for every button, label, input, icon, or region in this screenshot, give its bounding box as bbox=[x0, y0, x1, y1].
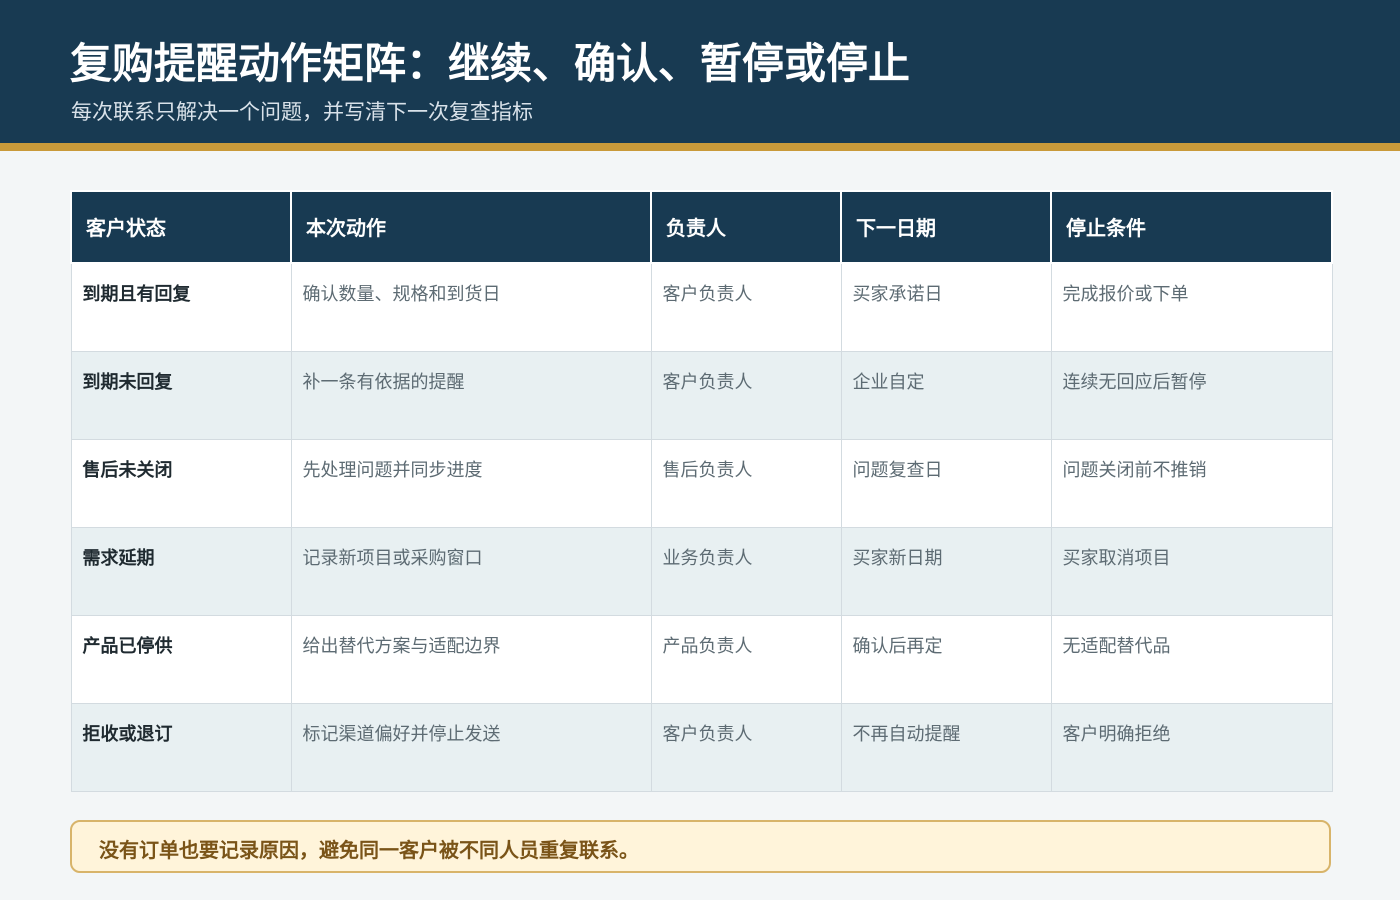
cell-action: 给出替代方案与适配边界 bbox=[290, 614, 652, 704]
action-matrix-table: 客户状态 本次动作 负责人 下一日期 停止条件 到期且有回复 确认数量、规格和到… bbox=[70, 190, 1333, 792]
cell-stop-condition: 客户明确拒绝 bbox=[1050, 702, 1333, 792]
cell-owner: 客户负责人 bbox=[650, 702, 842, 792]
cell-owner: 产品负责人 bbox=[650, 614, 842, 704]
table-row: 产品已停供 给出替代方案与适配边界 产品负责人 确认后再定 无适配替代品 bbox=[70, 614, 1333, 704]
table-row: 需求延期 记录新项目或采购窗口 业务负责人 买家新日期 买家取消项目 bbox=[70, 526, 1333, 616]
cell-next-date: 不再自动提醒 bbox=[840, 702, 1052, 792]
cell-owner: 客户负责人 bbox=[650, 350, 842, 440]
cell-action: 记录新项目或采购窗口 bbox=[290, 526, 652, 616]
cell-next-date: 问题复查日 bbox=[840, 438, 1052, 528]
cell-stop-condition: 买家取消项目 bbox=[1050, 526, 1333, 616]
table-header-row: 客户状态 本次动作 负责人 下一日期 停止条件 bbox=[70, 190, 1333, 264]
table-row: 到期未回复 补一条有依据的提醒 客户负责人 企业自定 连续无回应后暂停 bbox=[70, 350, 1333, 440]
cell-status: 到期且有回复 bbox=[70, 262, 292, 352]
cell-owner: 业务负责人 bbox=[650, 526, 842, 616]
cell-action: 补一条有依据的提醒 bbox=[290, 350, 652, 440]
cell-next-date: 企业自定 bbox=[840, 350, 1052, 440]
cell-stop-condition: 无适配替代品 bbox=[1050, 614, 1333, 704]
page-title: 复购提醒动作矩阵：继续、确认、暂停或停止 bbox=[70, 39, 911, 88]
page-header: 复购提醒动作矩阵：继续、确认、暂停或停止 每次联系只解决一个问题，并写清下一次复… bbox=[0, 0, 1400, 143]
cell-next-date: 买家承诺日 bbox=[840, 262, 1052, 352]
cell-next-date: 买家新日期 bbox=[840, 526, 1052, 616]
cell-status: 拒收或退订 bbox=[70, 702, 292, 792]
column-header-owner: 负责人 bbox=[650, 190, 842, 264]
cell-status: 到期未回复 bbox=[70, 350, 292, 440]
cell-action: 先处理问题并同步进度 bbox=[290, 438, 652, 528]
table-row: 售后未关闭 先处理问题并同步进度 售后负责人 问题复查日 问题关闭前不推销 bbox=[70, 438, 1333, 528]
table-row: 拒收或退订 标记渠道偏好并停止发送 客户负责人 不再自动提醒 客户明确拒绝 bbox=[70, 702, 1333, 792]
column-header-stop-condition: 停止条件 bbox=[1050, 190, 1333, 264]
column-header-next-date: 下一日期 bbox=[840, 190, 1052, 264]
table-row: 到期且有回复 确认数量、规格和到货日 客户负责人 买家承诺日 完成报价或下单 bbox=[70, 262, 1333, 352]
header-divider bbox=[0, 143, 1400, 151]
column-header-status: 客户状态 bbox=[70, 190, 292, 264]
cell-status: 售后未关闭 bbox=[70, 438, 292, 528]
cell-action: 确认数量、规格和到货日 bbox=[290, 262, 652, 352]
cell-action: 标记渠道偏好并停止发送 bbox=[290, 702, 652, 792]
cell-stop-condition: 连续无回应后暂停 bbox=[1050, 350, 1333, 440]
cell-owner: 客户负责人 bbox=[650, 262, 842, 352]
page-subtitle: 每次联系只解决一个问题，并写清下一次复查指标 bbox=[71, 100, 533, 124]
cell-status: 需求延期 bbox=[70, 526, 292, 616]
cell-status: 产品已停供 bbox=[70, 614, 292, 704]
cell-stop-condition: 完成报价或下单 bbox=[1050, 262, 1333, 352]
cell-next-date: 确认后再定 bbox=[840, 614, 1052, 704]
note-callout: 没有订单也要记录原因，避免同一客户被不同人员重复联系。 bbox=[70, 820, 1331, 873]
cell-owner: 售后负责人 bbox=[650, 438, 842, 528]
cell-stop-condition: 问题关闭前不推销 bbox=[1050, 438, 1333, 528]
column-header-action: 本次动作 bbox=[290, 190, 652, 264]
